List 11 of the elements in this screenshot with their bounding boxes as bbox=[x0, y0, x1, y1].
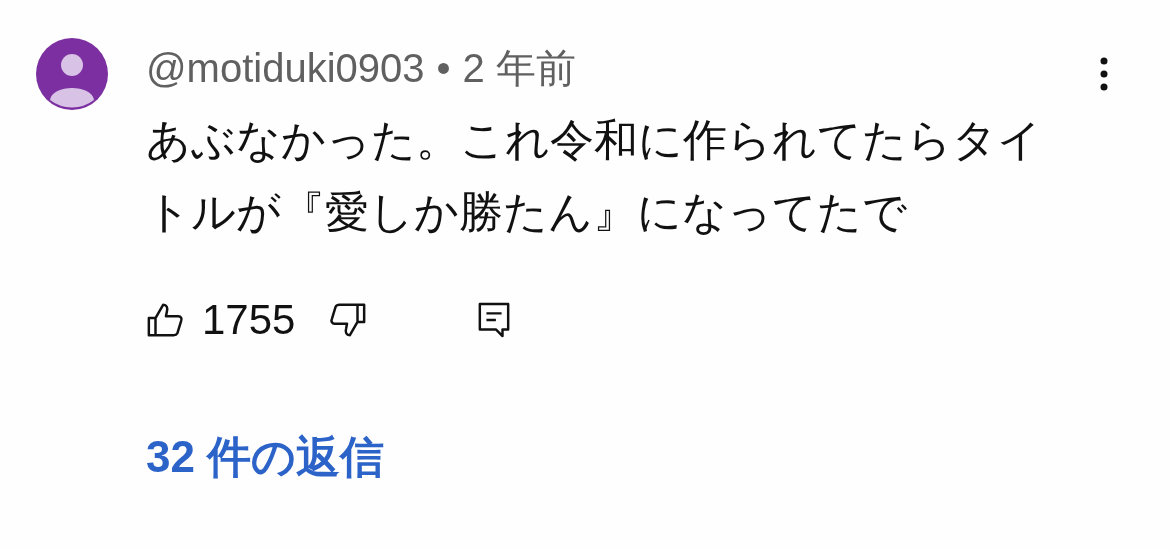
reply-icon[interactable] bbox=[477, 301, 512, 339]
comment-text: あぶなかった。これ令和に作られてたらタイトルが『愛しか勝たん』になってたで bbox=[146, 114, 1043, 238]
replies-link[interactable]: 32 件の返信 bbox=[146, 428, 385, 487]
thumbs-down-icon[interactable] bbox=[329, 301, 368, 339]
separator-dot: • bbox=[436, 45, 451, 91]
more-options-icon[interactable] bbox=[1098, 56, 1110, 92]
thumbs-up-icon[interactable] bbox=[146, 301, 184, 339]
comment-author[interactable]: @motiduki0903 bbox=[146, 45, 425, 91]
comment-time: 2 年前 bbox=[462, 44, 576, 92]
like-count: 1755 bbox=[202, 296, 296, 344]
avatar-icon[interactable] bbox=[36, 38, 108, 110]
